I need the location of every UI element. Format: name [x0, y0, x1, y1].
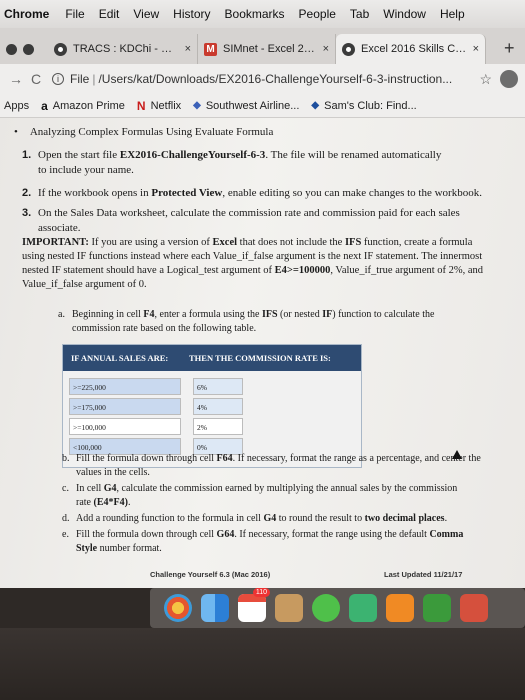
netflix-icon: N [136, 98, 146, 113]
profile-avatar[interactable] [500, 70, 518, 88]
close-tab-icon[interactable]: × [473, 43, 479, 55]
info-icon[interactable]: i [52, 73, 64, 85]
new-tab-button[interactable]: + [504, 34, 515, 64]
tab-tracs[interactable]: TRACS : KDChi - Omic × [48, 34, 198, 64]
bookmark-amazon-prime[interactable]: a Amazon Prime [41, 99, 125, 113]
table-row: >=225,000 6% [63, 378, 361, 395]
menu-help[interactable]: Help [440, 7, 465, 21]
page-favicon-icon [342, 42, 355, 56]
tab-simnet[interactable]: M SIMnet - Excel 2016 S × [198, 34, 336, 64]
menu-edit[interactable]: Edit [99, 7, 120, 21]
calendar-app-icon[interactable]: 110 [238, 588, 270, 622]
substep-e: e. Fill the formula down through cell G64… [62, 529, 464, 554]
tracs-favicon-icon [54, 42, 67, 56]
browser-toolbar: → C i File |/Users/kat/Downloads/EX2016-C… [0, 64, 525, 94]
url-scheme: File [70, 72, 90, 86]
bookmark-label: Sam's Club: Find... [324, 99, 417, 112]
bookmark-label: Amazon Prime [52, 99, 125, 112]
substep-a: a. Beginning in cell F4, enter a formula … [58, 309, 435, 334]
table-row: >=100,000 2% [63, 418, 361, 435]
bookmark-sams-club[interactable]: ◆ Sam's Club: Find... [311, 100, 416, 112]
keynote-app-icon[interactable] [460, 594, 488, 622]
photos-app-icon[interactable] [164, 594, 192, 622]
close-window-button[interactable] [6, 43, 17, 55]
tab-title: Excel 2016 Skills Chall [361, 43, 469, 55]
close-tab-icon[interactable]: × [185, 43, 191, 55]
bookmark-label: Netflix [150, 99, 182, 112]
table-row: >=175,000 4% [63, 398, 361, 415]
reload-icon[interactable]: C [26, 71, 46, 87]
substep-b: b. Fill the formula down through cell F64… [62, 453, 481, 478]
southwest-heart-icon: ◆ [193, 100, 201, 111]
table-header-sales: IF ANNUAL SALES ARE: [71, 353, 169, 363]
desk-surface [0, 628, 525, 700]
app-menu-chrome[interactable]: Chrome [4, 7, 49, 21]
instruction-document: • Analyzing Complex Formulas Using Evalua… [0, 118, 525, 588]
commission-rate-table: IF ANNUAL SALES ARE: THEN THE COMMISSION… [62, 344, 362, 468]
important-note: IMPORTANT: If you are using a version of… [22, 237, 484, 290]
menu-tab[interactable]: Tab [350, 7, 369, 21]
bookmark-label: Southwest Airline... [205, 99, 300, 112]
url-text[interactable]: File |/Users/kat/Downloads/EX2016-Challen… [70, 72, 473, 86]
messages-app-icon[interactable] [312, 594, 340, 622]
bookmark-star-icon[interactable]: ☆ [479, 71, 492, 88]
substep-d: d. Add a rounding function to the formula… [62, 513, 448, 524]
bookmark-netflix[interactable]: N Netflix [137, 99, 181, 113]
tab-strip: TRACS : KDChi - Omic × M SIMnet - Excel … [0, 28, 525, 64]
bookmark-southwest[interactable]: ◆ Southwest Airline... [193, 100, 299, 112]
tab-title: TRACS : KDChi - Omic [73, 43, 181, 55]
menu-file[interactable]: File [65, 7, 84, 21]
dock-area: 110 [0, 588, 525, 700]
table-header-rate: THEN THE COMMISSION RATE IS: [189, 353, 331, 363]
section-title: Analyzing Complex Formulas Using Evaluat… [29, 126, 274, 138]
start-file-name: EX2016-ChallengeYourself-6-3 [119, 149, 266, 161]
bookmark-apps[interactable]: Apps [4, 100, 29, 112]
table-cell-rate: 6% [193, 378, 243, 395]
menu-bookmarks[interactable]: Bookmarks [225, 7, 285, 21]
sams-club-icon: ◆ [311, 100, 320, 111]
bookmarks-bar: Apps a Amazon Prime N Netflix ◆ Southwes… [0, 94, 525, 118]
step-2: 2. If the workbook opens in Protected Vie… [22, 187, 482, 199]
minimize-window-button[interactable] [23, 43, 34, 55]
finder-app-icon[interactable] [201, 594, 229, 622]
footer-title: Challenge Yourself 6.3 (Mac 2016) [150, 570, 271, 579]
numbers-app-icon[interactable] [423, 594, 451, 622]
dock: 110 [150, 588, 525, 628]
notification-badge: 110 [252, 588, 270, 597]
menu-people[interactable]: People [299, 7, 336, 21]
table-cell-sales: >=175,000 [69, 398, 181, 415]
footer-date: Last Updated 11/21/17 [384, 570, 463, 579]
menu-history[interactable]: History [173, 7, 210, 21]
menu-view[interactable]: View [133, 7, 159, 21]
table-cell-rate: 4% [193, 398, 243, 415]
table-cell-sales: >=100,000 [69, 418, 181, 435]
forward-arrow-icon[interactable]: → [6, 71, 26, 87]
close-tab-icon[interactable]: × [323, 43, 329, 55]
section-heading: • Analyzing Complex Formulas Using Evalua… [14, 126, 273, 138]
bookmark-label: Apps [4, 99, 30, 112]
menu-window[interactable]: Window [383, 7, 426, 21]
facetime-app-icon[interactable] [349, 594, 377, 622]
tab-title: SIMnet - Excel 2016 S [223, 43, 319, 55]
simnet-favicon-icon: M [204, 42, 217, 56]
window-controls [0, 34, 48, 64]
table-cell-sales: >=225,000 [69, 378, 181, 395]
step-3: 3. On the Sales Data worksheet, calculate… [22, 207, 460, 234]
books-app-icon[interactable] [386, 594, 414, 622]
tab-excel-skills-active[interactable]: Excel 2016 Skills Chall × [336, 34, 486, 64]
contacts-app-icon[interactable] [275, 594, 303, 622]
address-bar[interactable]: i File |/Users/kat/Downloads/EX2016-Chall… [52, 68, 492, 90]
table-cell-rate: 2% [193, 418, 243, 435]
substep-c: c. In cell G4, calculate the commission e… [62, 483, 458, 508]
step-1: 1. Open the start file EX2016-ChallengeYo… [22, 149, 442, 176]
table-header: IF ANNUAL SALES ARE: THEN THE COMMISSION… [63, 345, 361, 371]
bullet-icon: • [14, 126, 18, 138]
url-path: /Users/kat/Downloads/EX2016-ChallengeYou… [98, 72, 453, 86]
menu-bar: Chrome File Edit View History Bookmarks … [0, 0, 525, 28]
amazon-icon: a [41, 98, 48, 113]
